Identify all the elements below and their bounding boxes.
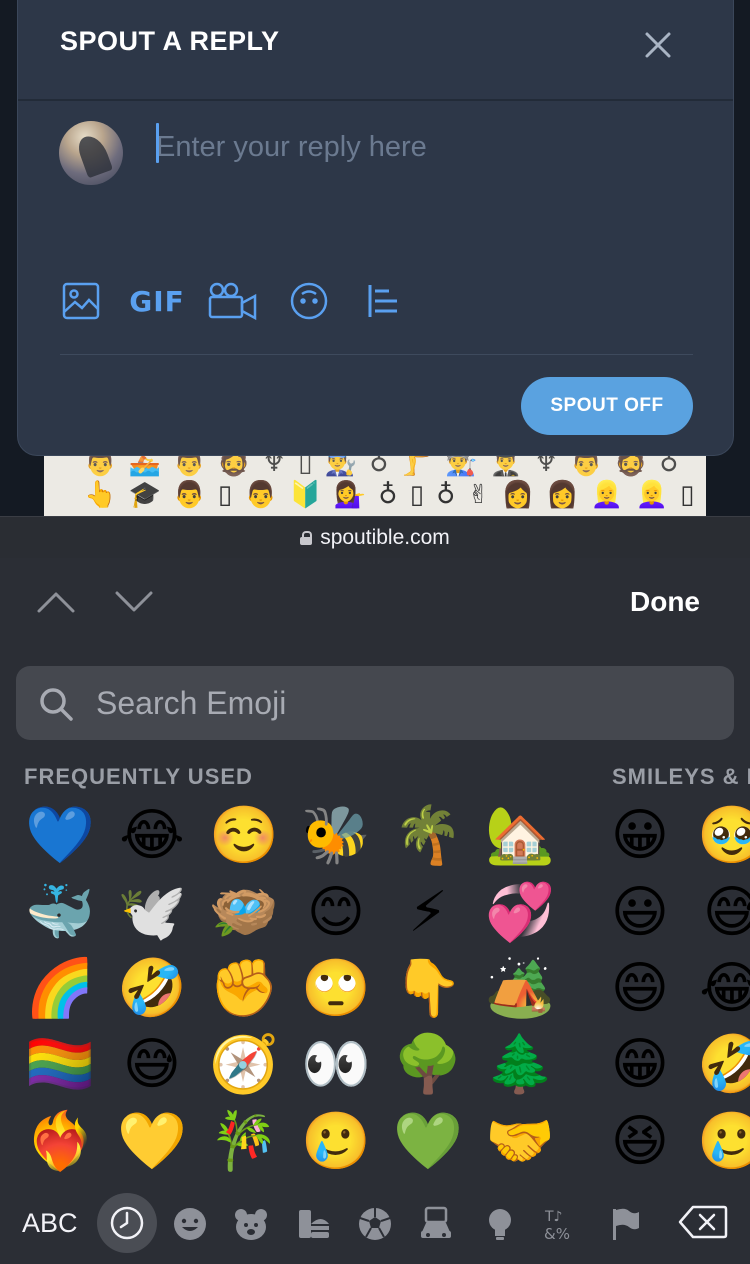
chevron-down-icon[interactable] [114, 588, 154, 616]
chevron-up-icon[interactable] [36, 588, 76, 616]
emoji-key[interactable]: 🥲 [694, 1104, 750, 1180]
emoji-key[interactable]: 🌈 [22, 951, 98, 1027]
emoji-key[interactable]: 🎋 [206, 1104, 282, 1180]
svg-text:T♪: T♪ [544, 1209, 563, 1225]
emoji-key[interactable]: 😁 [602, 1027, 678, 1103]
url-text: spoutible.com [320, 525, 450, 549]
emoji-key[interactable]: 🤝 [482, 1104, 558, 1180]
close-icon[interactable] [642, 29, 674, 61]
emoji-key[interactable]: 👇 [390, 951, 466, 1027]
emoji-key[interactable]: 💙 [22, 798, 98, 874]
gif-label: GIF [129, 284, 185, 318]
emoji-key[interactable]: 😅 [694, 875, 750, 951]
backspace-icon[interactable] [678, 1204, 728, 1240]
emoji-key[interactable]: 🙄 [298, 951, 374, 1027]
emoji-key[interactable]: 🌳 [390, 1027, 466, 1103]
reply-modal: SPOUT A REPLY GIF SPOUT O [17, 0, 734, 456]
emoji-key[interactable]: 🕊️ [114, 875, 190, 951]
section-label-smileys: SMILEYS & P [612, 764, 750, 789]
emoji-keyboard: Done Search Emoji FREQUENTLY USED SMILEY… [0, 558, 750, 1264]
food-icon[interactable] [295, 1206, 331, 1242]
emoji-key[interactable]: ✊ [206, 951, 282, 1027]
emoji-key[interactable]: 💚 [390, 1104, 466, 1180]
clock-icon[interactable] [97, 1193, 157, 1253]
symbols-icon[interactable]: T♪ &% [544, 1206, 580, 1243]
emoji-key[interactable]: 💛 [114, 1104, 190, 1180]
emoji-key[interactable]: 🥹 [694, 798, 750, 874]
emoji-face-icon[interactable] [289, 281, 329, 321]
reply-input[interactable] [156, 125, 696, 169]
emoji-category-bar: ABC T♪ &% [0, 1190, 750, 1264]
ball-icon[interactable] [357, 1206, 393, 1242]
emoji-key[interactable]: ⚡ [390, 875, 466, 951]
emoji-grid: 💙 🐳 🌈 🏳️‍🌈 ❤️‍🔥 😂 🕊️ 🤣 😅 💛 ☺️ 🪺 ✊ 🧭 🎋 🐝 😊 🙄 👀 🥲 🌴 ⚡ 👇 🌳 💚 🏡 💞 🏕️ 🌲 🤝 😀… [0, 798, 750, 1183]
bear-icon[interactable] [233, 1206, 269, 1242]
browser-url-bar[interactable]: spoutible.com [0, 516, 750, 558]
emoji-key[interactable]: ❤️‍🔥 [22, 1104, 98, 1180]
lock-icon [300, 530, 313, 545]
svg-text:&%: &% [544, 1225, 570, 1242]
emoji-key[interactable]: 🏕️ [482, 951, 558, 1027]
gif-button[interactable]: GIF [129, 281, 184, 321]
emoji-key[interactable]: 🌲 [482, 1027, 558, 1103]
background-emoji-row: 👆 🎓 👨 ▯ 👨 🔰 💁‍♀️ ♁ ▯ ♁ ✌ 👩 👩 👱‍♀️ 👱‍♀️ ▯… [84, 480, 706, 510]
emoji-key[interactable]: 💞 [482, 875, 558, 951]
section-label-frequent: FREQUENTLY USED [24, 764, 253, 789]
smiley-icon[interactable] [172, 1206, 208, 1242]
image-icon[interactable] [62, 281, 100, 321]
emoji-key[interactable]: 🥲 [298, 1104, 374, 1180]
emoji-key[interactable]: 😂 [114, 798, 190, 874]
poll-icon[interactable] [367, 281, 403, 321]
emoji-key[interactable]: 😅 [114, 1027, 190, 1103]
spout-off-button[interactable]: SPOUT OFF [521, 377, 693, 435]
emoji-key[interactable]: 👀 [298, 1027, 374, 1103]
emoji-key[interactable]: 😆 [602, 1104, 678, 1180]
done-button[interactable]: Done [630, 586, 700, 618]
search-placeholder: Search Emoji [96, 685, 287, 721]
modal-title: SPOUT A REPLY [60, 26, 280, 56]
emoji-key[interactable]: 🌴 [390, 798, 466, 874]
emoji-key[interactable]: 😀 [602, 798, 678, 874]
emoji-key[interactable]: 🧭 [206, 1027, 282, 1103]
user-avatar [59, 121, 123, 185]
emoji-key[interactable]: 🐳 [22, 875, 98, 951]
emoji-key[interactable]: 🐝 [298, 798, 374, 874]
emoji-key[interactable]: 😄 [602, 951, 678, 1027]
emoji-key[interactable]: ☺️ [206, 798, 282, 874]
emoji-key[interactable]: 🏳️‍🌈 [22, 1027, 98, 1103]
search-icon [38, 686, 74, 722]
modal-divider [18, 99, 733, 101]
flag-icon[interactable] [607, 1206, 643, 1242]
lightbulb-icon[interactable] [482, 1206, 518, 1242]
text-caret [156, 123, 159, 163]
car-icon[interactable] [418, 1206, 454, 1242]
emoji-key[interactable]: 🪺 [206, 875, 282, 951]
emoji-key[interactable]: 🤣 [694, 1027, 750, 1103]
emoji-key[interactable]: 🤣 [114, 951, 190, 1027]
emoji-key[interactable]: 😊 [298, 875, 374, 951]
emoji-search-field[interactable]: Search Emoji [16, 666, 734, 740]
emoji-key[interactable]: 😂 [694, 951, 750, 1027]
emoji-key[interactable]: 😃 [602, 875, 678, 951]
emoji-key[interactable]: 🏡 [482, 798, 558, 874]
abc-key[interactable]: ABC [22, 1208, 78, 1239]
toolbar-divider [60, 354, 693, 355]
video-camera-icon[interactable] [208, 281, 258, 321]
